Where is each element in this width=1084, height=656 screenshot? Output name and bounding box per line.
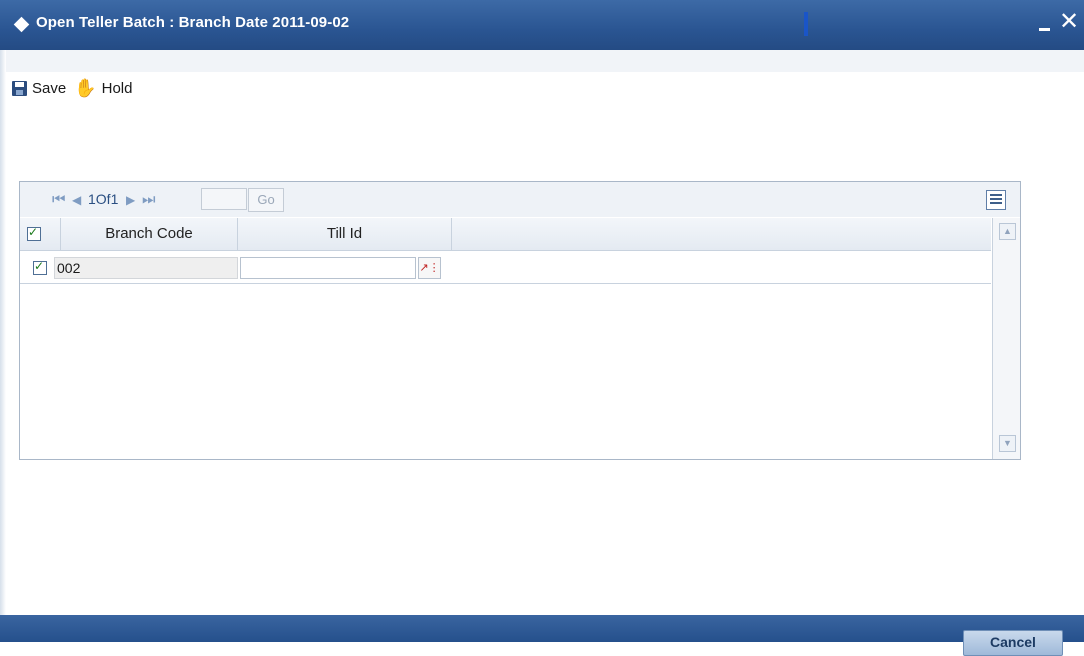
window-bottom-bar: [0, 615, 1084, 642]
window-left-border: [0, 50, 6, 615]
table-row: 002 ↗⋮: [20, 251, 991, 284]
window-title: Open Teller Batch : Branch Date 2011-09-…: [36, 14, 350, 31]
save-button[interactable]: Save: [12, 80, 66, 97]
row-select-checkbox[interactable]: [33, 259, 47, 275]
page-number-input[interactable]: [201, 188, 247, 210]
hand-icon: ✋: [74, 78, 97, 98]
toolbar: Save ✋ Hold: [12, 77, 140, 99]
branch-grid-panel: ⏮ ◀ 1Of1 ▶ ⏭ Go Branch Code Till Id 002 …: [19, 181, 1021, 460]
branch-code-field: 002: [54, 257, 238, 279]
page-indicator: 1Of1: [88, 191, 119, 207]
minimize-icon[interactable]: [1039, 28, 1050, 31]
window-title-bar: Open Teller Batch : Branch Date 2011-09-…: [0, 0, 1084, 50]
lov-lookup-icon[interactable]: ↗⋮: [418, 257, 441, 279]
go-button[interactable]: Go: [248, 188, 284, 212]
previous-page-icon[interactable]: ◀: [72, 193, 81, 207]
header-strip: [6, 50, 1084, 72]
first-page-icon[interactable]: ⏮: [52, 191, 66, 208]
save-disk-icon: [12, 80, 27, 96]
scroll-up-icon[interactable]: ▲: [999, 223, 1016, 240]
till-id-input[interactable]: [240, 257, 416, 279]
grid-header-row: Branch Code Till Id: [20, 218, 991, 251]
close-icon[interactable]: ✕: [1059, 10, 1079, 34]
cancel-button[interactable]: Cancel: [963, 630, 1063, 656]
column-header-branch-code[interactable]: Branch Code: [60, 218, 237, 250]
save-label: Save: [32, 79, 67, 97]
select-all-checkbox[interactable]: [27, 225, 41, 241]
pager-bar: ⏮ ◀ 1Of1 ▶ ⏭ Go: [20, 182, 1020, 217]
vertical-scrollbar[interactable]: ▲ ▼: [992, 218, 1020, 459]
scroll-down-icon[interactable]: ▼: [999, 435, 1016, 452]
next-page-icon[interactable]: ▶: [126, 193, 135, 207]
diamond-icon: [13, 16, 30, 33]
hold-label: Hold: [101, 79, 133, 97]
column-header-till-id[interactable]: Till Id: [237, 218, 452, 250]
last-page-icon[interactable]: ⏭: [142, 191, 156, 208]
title-separator: [804, 12, 808, 36]
column-list-icon[interactable]: [986, 190, 1006, 210]
hold-button[interactable]: ✋ Hold: [74, 79, 132, 97]
